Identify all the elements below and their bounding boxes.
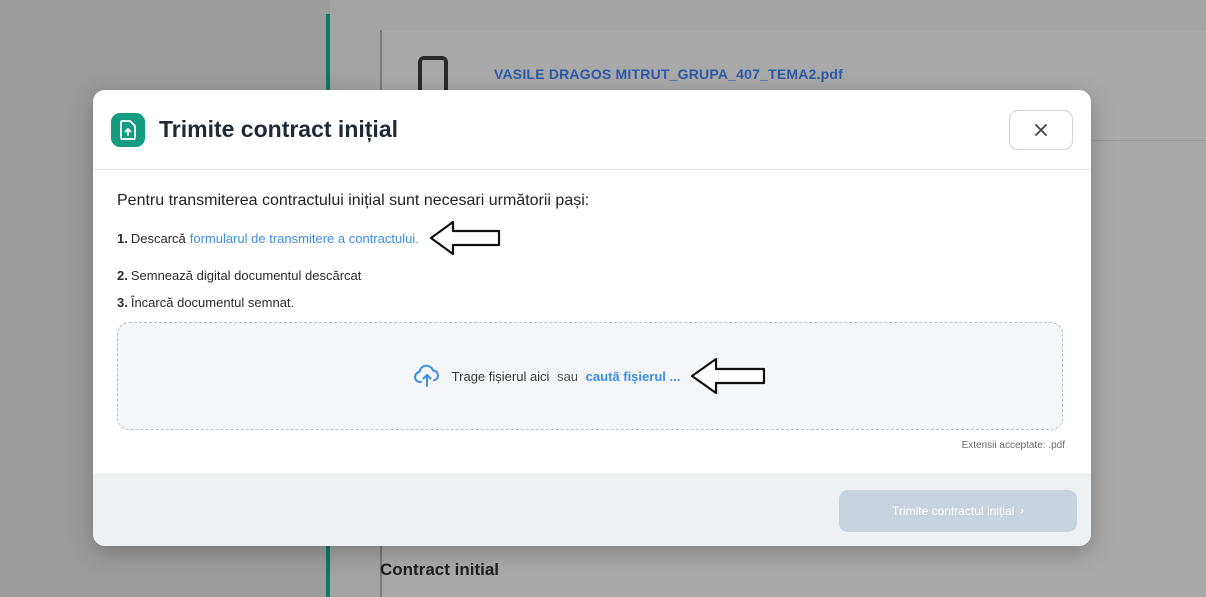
upload-document-icon bbox=[111, 112, 145, 147]
dropzone-or: sau bbox=[557, 368, 579, 384]
dropzone-text: Trage fișierul aici sau caută fișierul .… bbox=[452, 369, 681, 384]
file-dropzone[interactable]: Trage fișierul aici sau caută fișierul .… bbox=[117, 322, 1063, 430]
submit-contract-button[interactable]: Trimite contractul inițial › bbox=[839, 490, 1077, 532]
arrow-left-icon bbox=[691, 357, 766, 395]
step-3: 3. Încarcă documentul semnat. bbox=[117, 295, 1067, 310]
download-form-link[interactable]: formularul de transmitere a contractului… bbox=[190, 231, 419, 246]
accepted-extensions: Extensii acceptate: .pdf bbox=[961, 440, 1065, 451]
upload-contract-modal: Trimite contract inițial Pentru transmit… bbox=[93, 90, 1091, 546]
cloud-upload-icon bbox=[413, 364, 439, 387]
step-2: 2. Semnează digital documentul descărcat bbox=[117, 268, 1067, 283]
step-text: Semnează digital documentul descărcat bbox=[130, 268, 362, 283]
chevron-right-icon: › bbox=[1020, 505, 1024, 517]
background-file-name[interactable]: VASILE DRAGOS MITRUT_GRUPA_407_TEMA2.pdf bbox=[494, 66, 843, 82]
close-button[interactable] bbox=[1009, 109, 1073, 150]
arrow-left-icon bbox=[429, 220, 500, 256]
background-section-label: Contract initial bbox=[380, 560, 500, 579]
modal-title: Trimite contract inițial bbox=[159, 116, 398, 142]
modal-body: Pentru transmiterea contractului inițial… bbox=[93, 170, 1091, 451]
intro-text: Pentru transmiterea contractului inițial… bbox=[117, 192, 590, 209]
modal-header: Trimite contract inițial bbox=[93, 90, 1091, 170]
step-number: 3. bbox=[117, 295, 128, 310]
dropzone-instruction: Trage fișierul aici bbox=[451, 368, 550, 384]
step-1: 1. Descarcă formularul de transmitere a … bbox=[117, 220, 1067, 256]
submit-button-label: Trimite contractul inițial bbox=[892, 504, 1015, 518]
step-text: Încarcă documentul semnat. bbox=[130, 295, 295, 310]
step-number: 1. bbox=[117, 230, 128, 246]
modal-footer: Trimite contractul inițial › bbox=[93, 474, 1091, 546]
step-number: 2. bbox=[117, 268, 128, 283]
step-text: Descarcă bbox=[130, 230, 186, 246]
close-icon bbox=[1035, 123, 1047, 136]
browse-file-link[interactable]: caută fișierul ... bbox=[586, 369, 681, 384]
